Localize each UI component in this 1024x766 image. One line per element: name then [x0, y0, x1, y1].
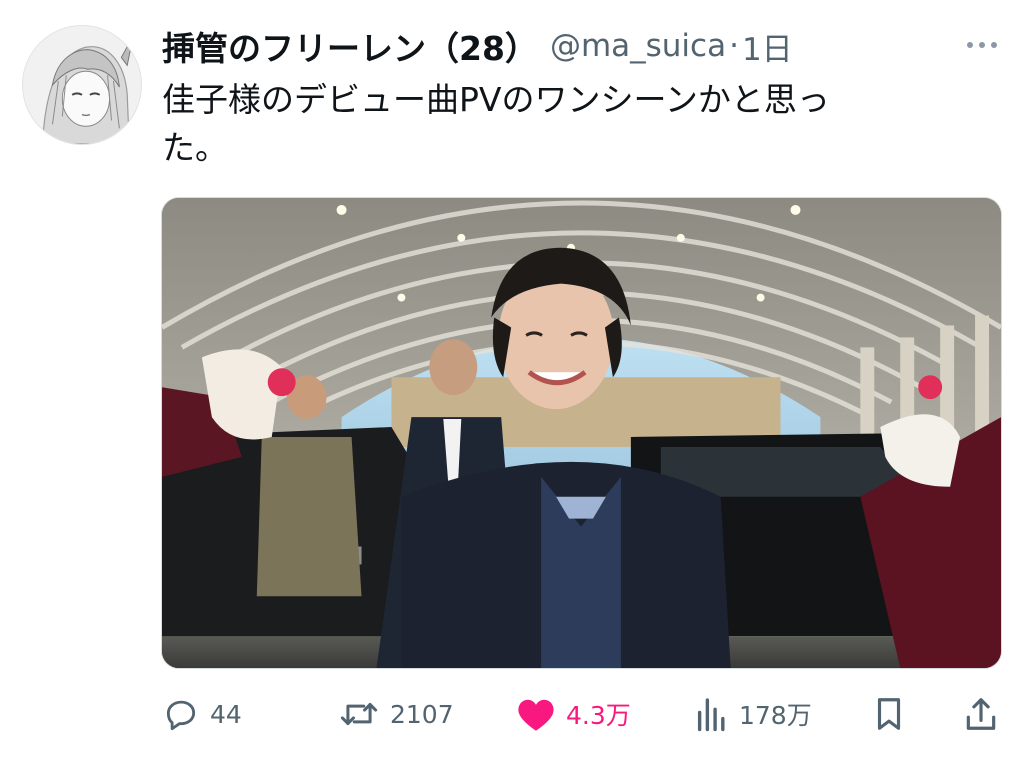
heart-icon: [518, 699, 554, 731]
share-button[interactable]: [963, 690, 999, 738]
tweet-text: 佳子様のデビュー曲PVのワンシーンかと思っ た。: [162, 76, 942, 172]
display-name[interactable]: 挿管のフリーレン（28）: [162, 22, 538, 70]
user-handle[interactable]: @ma_suica: [550, 28, 726, 64]
tweet-card: 挿管のフリーレン（28） @ma_suica · 1日 佳子様のデビュー曲PVの…: [0, 0, 1024, 766]
share-icon: [966, 698, 996, 730]
views-count: 178万: [739, 701, 812, 730]
photo-image: [162, 198, 1001, 668]
tweet-text-line-1: 佳子様のデビュー曲PVのワンシーンかと思っ: [162, 80, 830, 119]
views-button[interactable]: 178万: [695, 690, 812, 738]
action-bar: 44 2107 4.3万 178万: [160, 690, 1006, 738]
tweet-header: 挿管のフリーレン（28） @ma_suica · 1日: [162, 20, 793, 72]
tweet-text-line-2: た。: [162, 128, 228, 167]
like-count: 4.3万: [566, 701, 631, 730]
retweet-icon: [340, 702, 378, 726]
retweet-count: 2107: [390, 699, 454, 729]
retweet-button[interactable]: 2107: [338, 690, 454, 738]
bookmark-button[interactable]: [872, 690, 906, 738]
user-avatar[interactable]: [22, 25, 142, 145]
anime-avatar-image: [23, 26, 141, 144]
separator-dot: ·: [729, 28, 739, 64]
reply-icon: [166, 700, 196, 731]
reply-count: 44: [210, 699, 242, 729]
bookmark-icon: [877, 698, 901, 730]
like-button[interactable]: 4.3万: [516, 690, 631, 738]
more-options-icon[interactable]: [962, 30, 1002, 60]
tweet-media-photo[interactable]: [161, 197, 1002, 669]
timestamp[interactable]: 1日: [742, 24, 793, 69]
views-icon: [697, 698, 725, 732]
reply-button[interactable]: 44: [162, 690, 242, 738]
